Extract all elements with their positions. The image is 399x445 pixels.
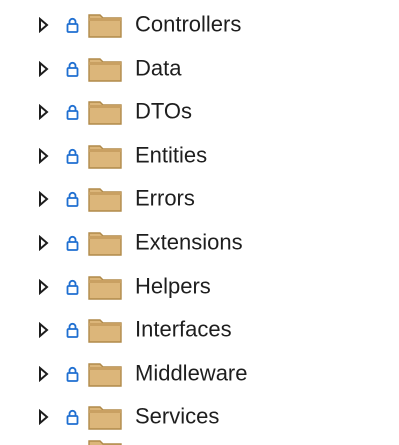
expand-triangle-icon[interactable] xyxy=(38,278,49,295)
expand-triangle-icon[interactable] xyxy=(38,409,49,426)
tree-item-label: Errors xyxy=(135,185,195,211)
lock-icon xyxy=(66,279,79,295)
lock-icon xyxy=(66,410,79,426)
partial-folder-icon xyxy=(88,438,122,445)
lock-icon xyxy=(66,192,79,208)
tree-item-label: Services xyxy=(135,403,220,429)
lock-icon xyxy=(66,323,79,339)
folder-icon xyxy=(88,57,122,82)
folder-icon xyxy=(88,275,122,300)
folder-icon xyxy=(88,188,122,213)
folder-icon xyxy=(88,406,122,431)
tree-item-dtos[interactable]: DTOs xyxy=(0,90,399,134)
lock-icon xyxy=(66,235,79,251)
tree-item-errors[interactable]: Errors xyxy=(0,177,399,221)
tree-item-label: Interfaces xyxy=(135,316,232,342)
tree-item-controllers[interactable]: Controllers xyxy=(0,3,399,47)
folder-icon xyxy=(88,232,122,256)
tree-item-label: Middleware xyxy=(135,360,248,386)
tree-item-label: Data xyxy=(135,55,182,81)
tree-item-services[interactable]: Services xyxy=(0,395,399,439)
tree-item-label: DTOs xyxy=(135,98,193,124)
expand-triangle-icon[interactable] xyxy=(38,191,49,208)
folder-icon xyxy=(88,319,122,343)
expand-triangle-icon[interactable] xyxy=(38,365,49,382)
tree-item-interfaces[interactable]: Interfaces xyxy=(0,308,399,352)
tree-item-label: Entities xyxy=(135,142,208,168)
expand-triangle-icon[interactable] xyxy=(38,147,49,164)
solution-explorer-tree: Controllers Data DTOs Entities Errors Extensi… xyxy=(0,0,399,445)
tree-item-data[interactable]: Data xyxy=(0,47,399,91)
folder-icon xyxy=(88,145,122,169)
tree-item-helpers[interactable]: Helpers xyxy=(0,265,399,309)
tree-item-label: Controllers xyxy=(135,11,242,37)
folder-icon xyxy=(88,101,122,125)
tree-item-middleware[interactable]: Middleware xyxy=(0,352,399,396)
expand-triangle-icon[interactable] xyxy=(38,322,49,339)
lock-icon xyxy=(66,61,79,77)
tree-item-label: Extensions xyxy=(135,229,243,255)
expand-triangle-icon[interactable] xyxy=(38,60,49,77)
lock-icon xyxy=(66,105,79,121)
tree-item-entities[interactable]: Entities xyxy=(0,134,399,178)
expand-triangle-icon[interactable] xyxy=(38,17,49,33)
lock-icon xyxy=(66,17,79,33)
folder-icon xyxy=(88,363,122,387)
expand-triangle-icon[interactable] xyxy=(38,104,49,121)
tree-item-label: Helpers xyxy=(135,273,211,299)
expand-triangle-icon[interactable] xyxy=(38,235,49,251)
lock-icon xyxy=(66,366,79,382)
tree-item-extensions[interactable]: Extensions xyxy=(0,221,399,265)
folder-icon xyxy=(88,14,122,38)
lock-icon xyxy=(66,148,79,164)
